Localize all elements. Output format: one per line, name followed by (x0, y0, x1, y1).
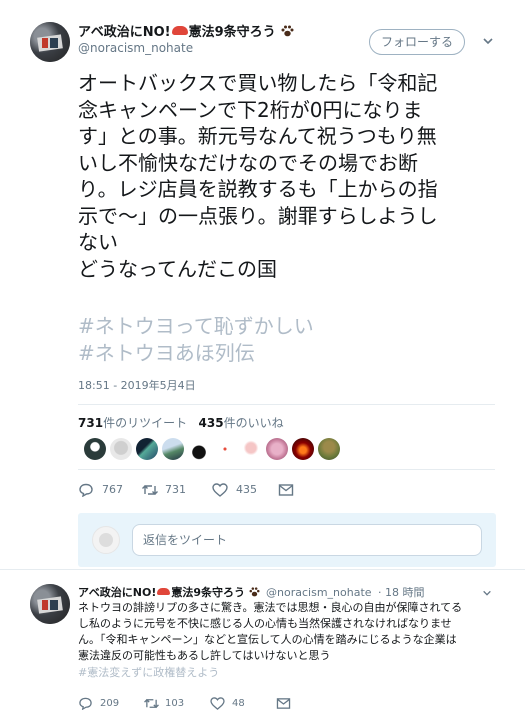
liker-avatar[interactable] (188, 438, 210, 460)
tweet-text-line: どうなってんだこの国 (78, 256, 277, 281)
reply-count: 209 (100, 698, 120, 709)
display-name-suffix: 憲法9条守ろう (188, 25, 276, 40)
reply-display-name-suffix: 憲法9条守ろう (171, 586, 246, 599)
like-stat-count: 435 (198, 416, 224, 430)
reply-count: 767 (102, 483, 123, 496)
reply-author-avatar[interactable] (30, 584, 70, 624)
divider (78, 404, 495, 405)
reply-text-line: ネトウヨの誹謗リプの多さに驚き。憲法では思想・良心の自由が保障されてる (78, 601, 463, 614)
direct-message-button[interactable] (278, 480, 298, 500)
tweet-text-line: 念キャンペーンで下2桁が0円になりま (78, 97, 423, 122)
tweet-timestamp[interactable]: 18:51 - 2019年5月4日 (78, 377, 196, 393)
current-user-avatar (92, 526, 120, 554)
divider (78, 469, 495, 470)
reply-display-name: アベ政治にNO! (78, 586, 157, 599)
tweet-text-line: オートバックスで買い物したら「令和記 (78, 71, 438, 95)
liker-avatar[interactable] (266, 438, 288, 460)
reply-author-name[interactable]: アベ政治にNO! 憲法9条守ろう @noracism_nohate · 18 時間 (78, 584, 425, 600)
liker-avatar[interactable] (84, 438, 106, 460)
reply-text: ネトウヨの誹謗リプの多さに驚き。憲法では思想・良心の自由が保障されてる し私のよ… (78, 600, 498, 664)
tweet-text-line: す」との事。新元号なんて祝うつもり無 (78, 124, 437, 148)
paw-emoji-icon (249, 587, 260, 597)
like-count: 48 (232, 698, 245, 709)
hashtag-link[interactable]: #ネトウヨって恥ずかしい (78, 313, 314, 340)
reply-button[interactable]: 767 (78, 480, 138, 500)
reply-time[interactable]: · 18 時間 (378, 586, 425, 599)
message-icon (276, 698, 291, 709)
tweet-text-line: ない (78, 230, 118, 254)
retweet-stat-label: 件のリツイート (103, 416, 188, 430)
liker-avatar[interactable] (318, 438, 340, 460)
retweet-icon (142, 485, 158, 495)
reply-button[interactable]: 209 (78, 694, 134, 714)
liker-avatar[interactable] (136, 438, 158, 460)
message-icon (278, 484, 294, 496)
retweet-stat[interactable]: 731件のリツイート (78, 416, 187, 430)
direct-message-button[interactable] (276, 694, 296, 714)
author-name[interactable]: アベ政治にNO! 憲法9条守ろう (78, 21, 294, 40)
retweet-button[interactable]: 731 (141, 480, 201, 500)
divider (0, 569, 525, 577)
tweet-text: オートバックスで買い物したら「令和記 念キャンペーンで下2桁が0円になりま す」… (78, 70, 498, 282)
like-button[interactable]: 435 (212, 480, 272, 500)
tweet-text-line: り。レジ店員を説教するも「上からの指 (78, 177, 438, 201)
chevron-down-icon[interactable] (482, 588, 492, 598)
heart-icon (210, 697, 225, 710)
liker-avatar[interactable] (214, 438, 236, 460)
like-stat-label: 件のいいね (223, 416, 284, 430)
display-name-text: アベ政治にNO! (78, 25, 171, 40)
reply-text-line: 憲法違反の可能性もあるし許してはいけないと思う (78, 649, 331, 662)
reply-icon (79, 483, 93, 497)
liker-avatar[interactable] (110, 438, 132, 460)
shrimp-emoji-icon (157, 588, 171, 595)
tweet-text-line: 示で〜」の一点張り。謝罪すらしようし (78, 203, 438, 228)
retweet-count: 731 (165, 483, 186, 496)
like-stat[interactable]: 435件のいいね (199, 416, 284, 430)
retweet-button[interactable]: 103 (143, 694, 199, 714)
reply-actions: 209 103 48 (78, 694, 378, 712)
author-handle[interactable]: @noracism_nohate (78, 41, 193, 55)
engagement-stats: 731件のリツイート 435件のいいね (78, 414, 284, 431)
reply-tweet[interactable]: アベ政治にNO! 憲法9条守ろう @noracism_nohate · 18 時間… (0, 578, 525, 717)
like-button[interactable]: 48 (210, 694, 266, 714)
reply-icon (79, 697, 92, 710)
retweet-stat-count: 731 (78, 416, 104, 430)
hashtag-list: #ネトウヨって恥ずかしい #ネトウヨあほ列伝 (78, 313, 314, 367)
shrimp-emoji-icon (171, 26, 188, 35)
hashtag-link[interactable]: #ネトウヨあほ列伝 (78, 340, 314, 367)
tweet-text-line: いし不愉快なだけなのでその場でお断 (78, 150, 418, 175)
reply-author-handle[interactable]: @noracism_nohate (266, 586, 372, 599)
hashtag-link[interactable]: #憲法変えずに政権替えよう (78, 664, 219, 680)
liker-avatar[interactable] (240, 438, 262, 460)
heart-icon (212, 483, 228, 497)
reply-text-line: ん。「令和キャンペーン」などと宣伝して人の心情を踏みにじるような企業は (78, 633, 457, 646)
reply-text-line: し私のように元号を不快に感じる人の心情も当然保護されなければなりませ (78, 617, 452, 630)
liker-avatar[interactable] (292, 438, 314, 460)
reply-composer: 返信をツイート (78, 513, 496, 567)
chevron-down-icon[interactable] (482, 35, 494, 47)
like-count: 435 (236, 483, 257, 496)
retweet-count: 103 (165, 698, 185, 709)
tweet-actions: 767 731 435 (78, 480, 378, 500)
reply-input[interactable]: 返信をツイート (132, 524, 482, 556)
liker-avatar[interactable] (162, 438, 184, 460)
follow-button[interactable]: フォローする (369, 29, 465, 55)
paw-emoji-icon (281, 25, 294, 37)
retweet-icon (144, 698, 159, 709)
author-avatar[interactable] (30, 22, 70, 62)
